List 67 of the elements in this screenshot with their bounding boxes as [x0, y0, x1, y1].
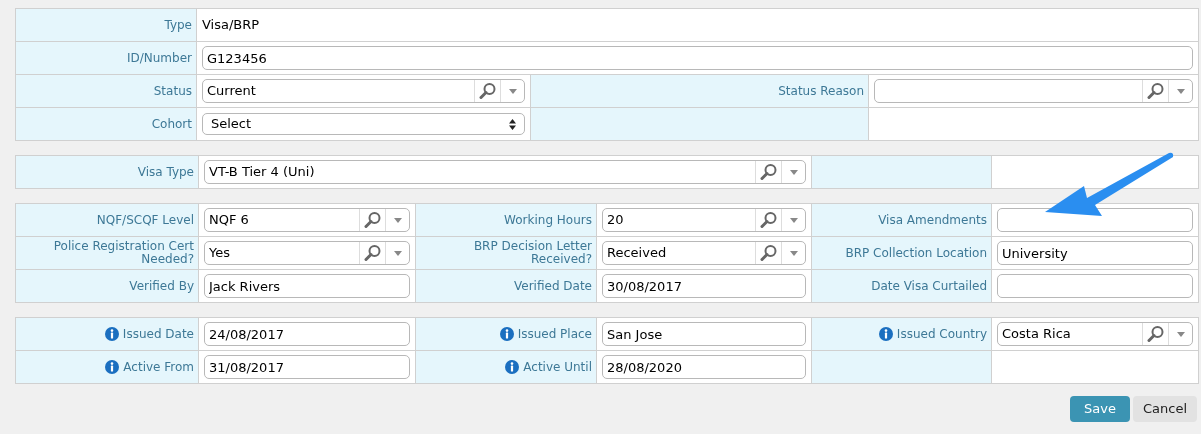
lookup-input[interactable]: Current [203, 80, 474, 102]
field-label: Visa Amendments [878, 213, 987, 227]
info-icon [878, 327, 893, 341]
lookup-field[interactable]: Current [202, 79, 525, 103]
info-icon [105, 360, 120, 374]
field-label: Verified Date [514, 279, 592, 293]
text-field[interactable]: 31/08/2017 [204, 355, 410, 379]
lookup-field[interactable]: Costa Rica [997, 322, 1193, 346]
text-field[interactable]: 24/08/2017 [204, 322, 410, 346]
cancel-button[interactable]: Cancel [1132, 396, 1197, 422]
field-label: Cohort [151, 117, 192, 131]
search-icon[interactable] [759, 244, 778, 262]
search-icon[interactable] [1146, 325, 1165, 343]
field-label: Issued Date [122, 327, 194, 341]
field-label: Date Visa Curtailed [871, 279, 987, 293]
search-icon[interactable] [363, 211, 382, 229]
text-field[interactable]: G123456 [202, 46, 1193, 70]
search-icon[interactable] [363, 244, 382, 262]
field-label: Visa Type [137, 165, 194, 179]
field-label: Type [164, 18, 192, 32]
caret-icon[interactable] [508, 88, 517, 94]
field-label: Status Reason [778, 84, 864, 98]
field-label: Working Hours [504, 213, 592, 227]
select-field[interactable]: Select [202, 113, 525, 135]
search-icon[interactable] [759, 211, 778, 229]
field-label: Issued Place [517, 327, 592, 341]
field-label: Verified By [129, 279, 194, 293]
caret-icon[interactable] [1176, 88, 1185, 94]
lookup-input[interactable]: NQF 6 [205, 209, 359, 231]
caret-icon[interactable] [789, 217, 798, 223]
lookup-input[interactable]: Yes [205, 242, 359, 264]
lookup-field[interactable]: NQF 6 [204, 208, 410, 232]
caret-icon[interactable] [789, 169, 798, 175]
field-value: Visa/BRP [202, 16, 260, 35]
search-icon[interactable] [1146, 82, 1165, 100]
field-label: Issued Country [896, 327, 987, 341]
field-label: Police Registration Cert Needed? [52, 240, 194, 266]
caret-icon[interactable] [789, 250, 798, 256]
text-field[interactable]: Jack Rivers [204, 274, 410, 298]
search-icon[interactable] [759, 163, 778, 181]
info-icon [505, 360, 520, 374]
updown-icon [509, 118, 516, 130]
field-label: Active Until [523, 360, 592, 374]
lookup-input[interactable]: Costa Rica [998, 323, 1142, 345]
field-label: ID/Number [126, 51, 192, 65]
field-label: Status [153, 84, 192, 98]
text-field[interactable]: San Jose [602, 322, 806, 346]
lookup-input[interactable]: 20 [603, 209, 755, 231]
lookup-field[interactable]: Received [602, 241, 806, 265]
lookup-field[interactable]: Yes [204, 241, 410, 265]
lookup-field[interactable]: 20 [602, 208, 806, 232]
text-field[interactable]: 30/08/2017 [602, 274, 806, 298]
info-icon [499, 327, 514, 341]
field-label: Active From [123, 360, 194, 374]
text-field[interactable]: 28/08/2020 [602, 355, 806, 379]
lookup-field[interactable]: VT-B Tier 4 (Uni) [204, 160, 806, 184]
field-label: BRP Decision Letter Received? [472, 240, 592, 266]
field-label: NQF/SCQF Level [96, 213, 194, 227]
text-field[interactable]: University [997, 241, 1193, 265]
lookup-input[interactable]: VT-B Tier 4 (Uni) [205, 161, 755, 183]
search-icon[interactable] [478, 82, 497, 100]
field-label: BRP Collection Location [845, 246, 987, 260]
lookup-input[interactable]: Received [603, 242, 755, 264]
caret-icon[interactable] [393, 250, 402, 256]
info-icon [104, 327, 119, 341]
caret-icon[interactable] [1176, 331, 1185, 337]
caret-icon[interactable] [393, 217, 402, 223]
